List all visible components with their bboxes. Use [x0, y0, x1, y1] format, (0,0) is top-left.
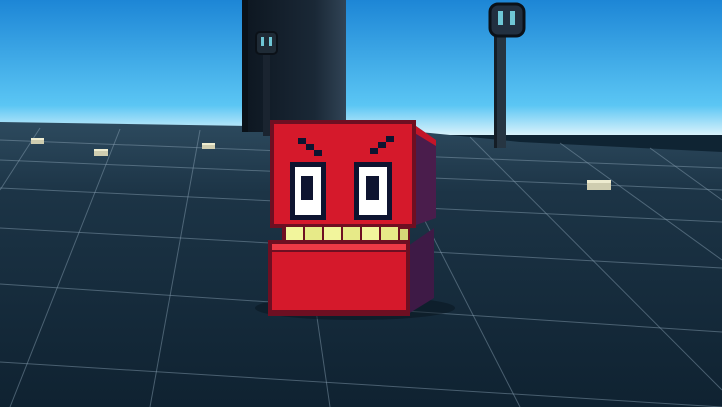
pickup-block[interactable]: [587, 180, 611, 190]
game-viewport[interactable]: [0, 0, 722, 407]
pickup-block[interactable]: [202, 143, 215, 149]
red-cube-monster[interactable]: [268, 120, 436, 316]
lantern-icon: [488, 2, 526, 38]
pickup-block[interactable]: [31, 138, 44, 144]
right-eye: [354, 162, 392, 220]
sky: [0, 0, 722, 135]
dark-tower: [242, 0, 346, 132]
pickup-block[interactable]: [94, 149, 108, 156]
lantern-icon: [255, 31, 278, 55]
left-eye: [290, 162, 326, 220]
